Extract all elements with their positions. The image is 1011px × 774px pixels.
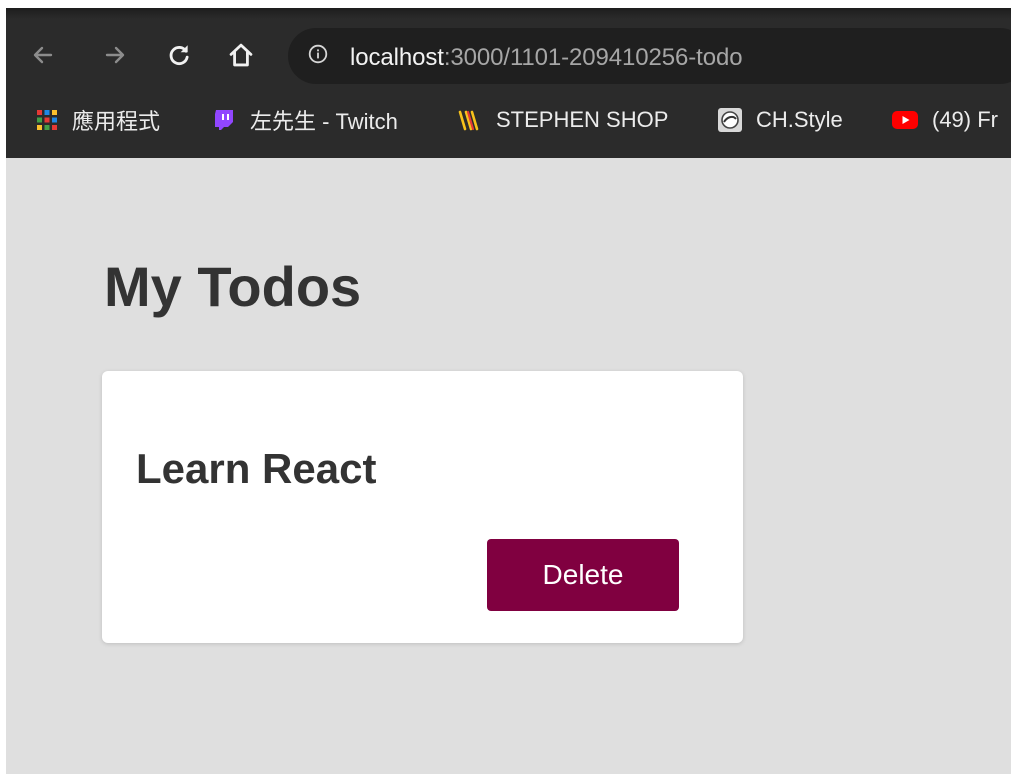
browser-window: localhost:3000/1101-209410256-todo 應用程式: [6, 8, 1011, 774]
forward-button[interactable]: [98, 38, 132, 72]
bookmark-youtube[interactable]: (49) Fr: [892, 100, 998, 140]
url-path: :3000/1101-209410256-todo: [443, 44, 743, 71]
youtube-icon: [892, 111, 918, 129]
bookmark-twitch[interactable]: 左先生 - Twitch: [212, 100, 398, 140]
ch-style-icon: [718, 108, 742, 132]
window-top-edge: [0, 0, 1011, 8]
reload-icon: [169, 45, 189, 66]
active-tab-sliver[interactable]: [6, 8, 1011, 19]
twitch-icon: [215, 110, 233, 130]
reload-button[interactable]: [162, 38, 196, 72]
site-info-icon[interactable]: [308, 44, 328, 64]
url-text[interactable]: localhost:3000/1101-209410256-todo: [350, 44, 743, 72]
page-title: My Todos: [104, 255, 362, 318]
bookmark-apps-label: 應用程式: [72, 109, 161, 134]
bookmarks-bar: 應用程式 左先生 - Twitch STEPHEN SHOP CH.Style …: [6, 84, 1011, 158]
tab-strip: [6, 8, 1011, 19]
stephen-shop-icon: [458, 110, 479, 131]
bookmark-ch-style[interactable]: CH.Style: [718, 100, 843, 140]
home-button[interactable]: [224, 38, 258, 72]
todo-card: Learn React Delete: [102, 371, 743, 643]
bookmark-stephen-shop[interactable]: STEPHEN SHOP: [458, 100, 668, 140]
back-arrow-icon: [33, 46, 53, 64]
url-host: localhost: [350, 44, 444, 71]
todo-text: Learn React: [136, 445, 377, 492]
bookmark-youtube-label: (49) Fr: [932, 107, 998, 132]
bookmark-ch-style-label: CH.Style: [756, 107, 843, 132]
address-bar[interactable]: localhost:3000/1101-209410256-todo: [288, 28, 1011, 84]
delete-button[interactable]: Delete: [487, 539, 679, 611]
back-button[interactable]: [26, 38, 60, 72]
bookmark-twitch-label: 左先生 - Twitch: [250, 109, 398, 134]
apps-grid-icon: [37, 110, 57, 130]
forward-arrow-icon: [105, 46, 125, 64]
home-icon: [229, 43, 253, 67]
page-content: My Todos Learn React Delete: [6, 158, 1011, 774]
bookmark-stephen-shop-label: STEPHEN SHOP: [496, 107, 669, 132]
bookmark-apps[interactable]: 應用程式: [36, 100, 160, 140]
